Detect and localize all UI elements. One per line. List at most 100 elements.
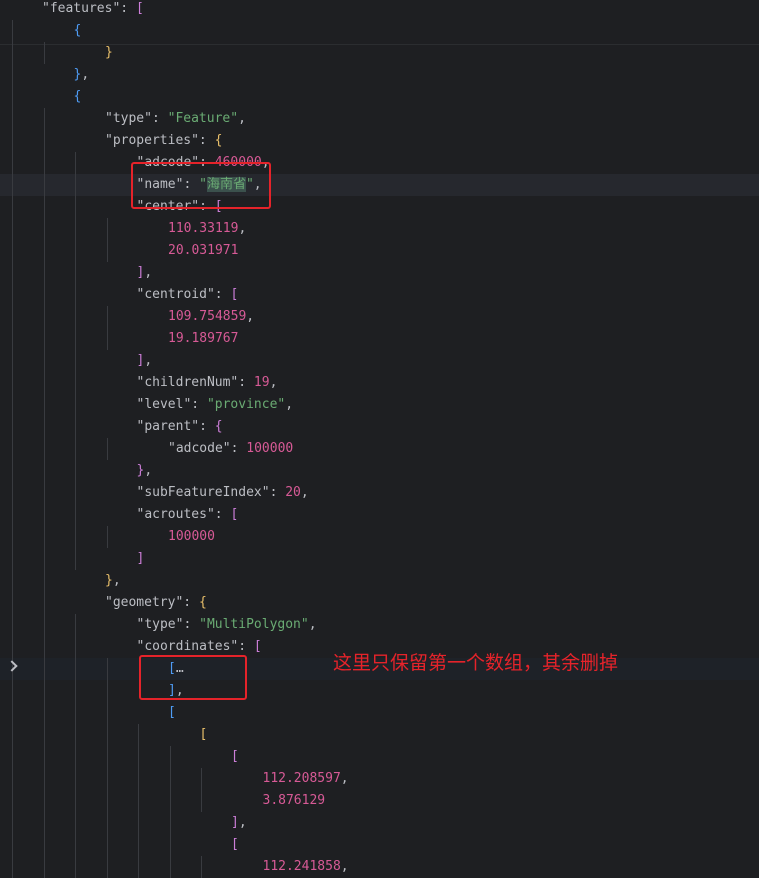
code-token: [ [230,287,239,302]
code-text: "parent": { [137,416,223,438]
code-line[interactable]: "properties": { [0,130,759,152]
code-token: 112.208597 [262,771,341,786]
code-line[interactable]: ], [0,812,759,834]
code-line[interactable]: "adcode": 460000, [0,152,759,174]
indent-guide [75,196,76,218]
indent-guide [75,856,76,878]
code-line[interactable]: { [0,86,759,108]
code-token: "parent" [136,419,200,434]
code-token: 112.241858 [262,859,341,874]
indent-guide [12,306,13,328]
indent-guide [43,768,45,790]
indent-guide [75,834,76,856]
code-line[interactable]: "centroid": [ [0,284,759,306]
indent-guide [75,152,76,174]
code-token: "type" [136,617,184,632]
code-token: : [183,617,200,632]
code-line[interactable]: 110.33119, [0,218,759,240]
code-line[interactable]: "name": "海南省", [0,174,759,196]
code-line[interactable]: 20.031971 [0,240,759,262]
code-text: "adcode": 100000 [168,438,293,460]
indent-guide [43,592,45,614]
code-editor[interactable]: "features": [{}},{"type": "Feature", "pro… [0,0,759,878]
code-line[interactable]: [ [0,834,759,856]
code-text: ], [137,350,153,372]
code-line[interactable]: ], [0,350,759,372]
code-line[interactable]: "center": [ [0,196,759,218]
indent-guide [75,658,76,680]
code-line[interactable]: "geometry": { [0,592,759,614]
code-line[interactable]: "parent": { [0,416,759,438]
indent-guide [75,306,76,328]
indent-guide [12,592,13,614]
code-text: "subFeatureIndex": 20, [137,482,309,504]
code-token: : [183,595,199,610]
indent-guide [43,108,45,130]
code-token: 19 [253,375,270,390]
code-text: 100000 [168,526,215,548]
indent-guide [106,790,108,812]
code-text: "type": "MultiPolygon", [137,614,317,636]
code-line[interactable]: }, [0,64,759,86]
code-line[interactable]: [ [0,724,759,746]
indent-guide [12,196,13,218]
code-line[interactable]: ] [0,548,759,570]
indent-guide [138,768,139,790]
code-line[interactable]: "type": "MultiPolygon", [0,614,759,636]
code-line[interactable]: "adcode": 100000 [0,438,759,460]
code-token: "centroid" [136,287,215,302]
code-line[interactable]: 100000 [0,526,759,548]
code-token: "level" [136,397,192,412]
code-line[interactable]: "acroutes": [ [0,504,759,526]
indent-guide [12,372,13,394]
code-text: [ [200,724,208,746]
indent-guide [43,240,45,262]
indent-guide [43,152,45,174]
indent-guide [75,614,76,636]
indent-guide [12,416,13,438]
code-line[interactable]: 112.208597, [0,768,759,790]
code-line[interactable]: }, [0,570,759,592]
code-line[interactable]: "subFeatureIndex": 20, [0,482,759,504]
code-token: "subFeatureIndex" [136,485,270,500]
indent-guide [75,768,76,790]
indent-guide [43,284,45,306]
code-line[interactable]: }, [0,460,759,482]
code-line[interactable]: [ [0,702,759,724]
indent-guide [12,614,13,636]
indent-guide [43,416,45,438]
indent-guide [106,702,108,724]
code-line[interactable]: 3.876129 [0,790,759,812]
indent-guide [106,856,108,878]
indent-guide [106,526,108,548]
code-line[interactable]: "level": "province", [0,394,759,416]
code-text: "centroid": [ [137,284,239,306]
indent-guide [106,218,108,240]
code-line[interactable]: "childrenNum": 19, [0,372,759,394]
code-line[interactable]: 19.189767 [0,328,759,350]
code-line[interactable]: 109.754859, [0,306,759,328]
code-text: 20.031971 [168,240,238,262]
code-line[interactable]: { [0,20,759,42]
code-text: [ [231,834,239,856]
code-line[interactable]: ], [0,680,759,702]
indent-guide [75,504,76,526]
code-token: 20 [285,485,301,500]
code-line[interactable]: 112.241858, [0,856,759,878]
indent-guide [75,284,76,306]
indent-guide [201,856,202,878]
indent-guide [43,834,45,856]
code-line[interactable]: "features": [ [0,0,759,20]
code-text: 112.208597, [263,768,349,790]
code-text: [ [231,746,239,768]
code-line[interactable]: "type": "Feature", [0,108,759,130]
indent-guide [138,724,139,746]
indent-guide [12,482,13,504]
code-line[interactable]: } [0,42,759,64]
code-line[interactable]: ], [0,262,759,284]
indent-guide [169,856,171,878]
code-token: , [285,397,294,412]
indent-guide [75,482,76,504]
code-line[interactable]: [ [0,746,759,768]
indent-guide [12,702,13,724]
